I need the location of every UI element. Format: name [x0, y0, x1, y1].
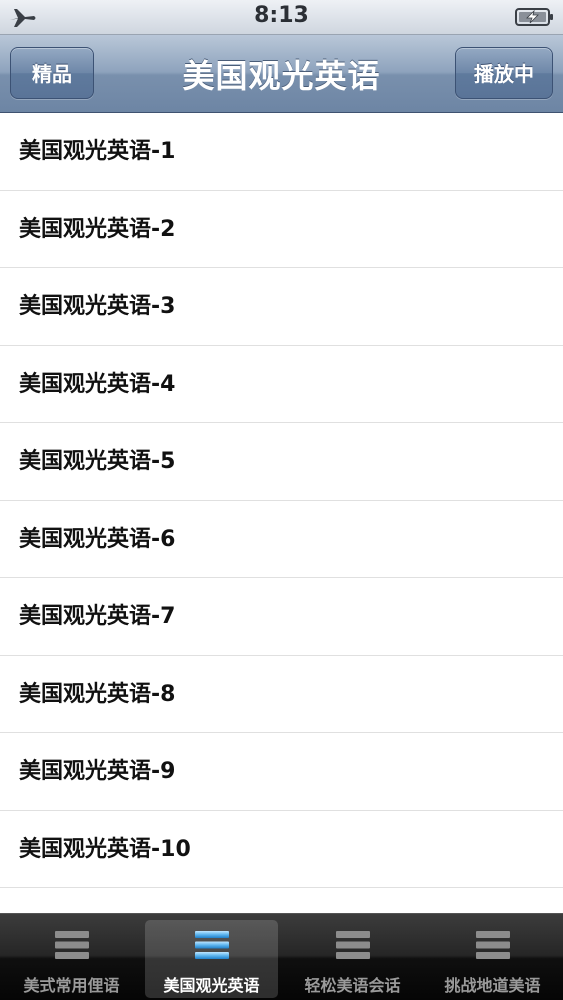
- list-item[interactable]: 美国观光英语-5: [0, 423, 563, 501]
- lesson-list: 美国观光英语-1 美国观光英语-2 美国观光英语-3 美国观光英语-4 美国观光…: [0, 113, 563, 913]
- list-item[interactable]: 美国观光英语-7: [0, 578, 563, 656]
- list-icon: [475, 931, 510, 959]
- tab-slang[interactable]: 美式常用俚语: [5, 920, 138, 998]
- list-item[interactable]: 美国观光英语-4: [0, 346, 563, 423]
- nav-bar: 精品 美国观光英语 播放中: [0, 35, 563, 113]
- now-playing-button[interactable]: 播放中: [455, 47, 553, 99]
- list-item-label: 美国观光英语-4: [19, 371, 176, 397]
- tab-challenge[interactable]: 挑战地道美语: [426, 920, 559, 998]
- tab-tourism[interactable]: 美国观光英语: [145, 920, 278, 998]
- list-item-label: 美国观光英语-3: [19, 294, 176, 319]
- list-item[interactable]: 美国观光英语-2: [0, 191, 563, 268]
- status-time: 8:13: [254, 3, 309, 28]
- battery-charging-icon: [515, 8, 553, 26]
- list-item-label: 美国观光英语-1: [19, 139, 176, 164]
- list-item-label: 美国观光英语-6: [19, 526, 176, 552]
- list-item[interactable]: 美国观光英语-6: [0, 501, 563, 578]
- list-item[interactable]: 美国观光英语-9: [0, 733, 563, 811]
- list-item-label: 美国观光英语-9: [19, 759, 176, 784]
- list-item-label: 美国观光英语-10: [19, 836, 191, 862]
- tab-label: 挑战地道美语: [444, 976, 541, 995]
- page-title: 美国观光英语: [182, 57, 381, 95]
- featured-button[interactable]: 精品: [10, 47, 94, 99]
- list-icon: [54, 931, 89, 959]
- list-item[interactable]: 美国观光英语-8: [0, 656, 563, 733]
- list-item[interactable]: 美国观光英语-3: [0, 268, 563, 346]
- list-item-label: 美国观光英语-7: [19, 604, 176, 629]
- list-icon: [194, 931, 229, 959]
- list-item[interactable]: 美国观光英语-10: [0, 811, 563, 888]
- tab-label: 美国观光英语: [163, 976, 260, 995]
- list-item[interactable]: 美国观光英语-1: [0, 113, 563, 191]
- list-icon: [335, 931, 370, 959]
- list-item-label: 美国观光英语-2: [19, 216, 176, 242]
- list-item-label: 美国观光英语-5: [19, 449, 176, 474]
- status-bar: 8:13: [0, 0, 563, 35]
- list-item-label: 美国观光英语-8: [19, 681, 176, 707]
- tab-bar: 美式常用俚语 美国观光英语 轻松美语会话 挑战地道美语: [0, 913, 563, 1000]
- tab-label: 美式常用俚语: [23, 976, 120, 995]
- tab-label: 轻松美语会话: [304, 976, 401, 995]
- tab-conversation[interactable]: 轻松美语会话: [286, 920, 419, 998]
- list-item[interactable]: [0, 888, 563, 913]
